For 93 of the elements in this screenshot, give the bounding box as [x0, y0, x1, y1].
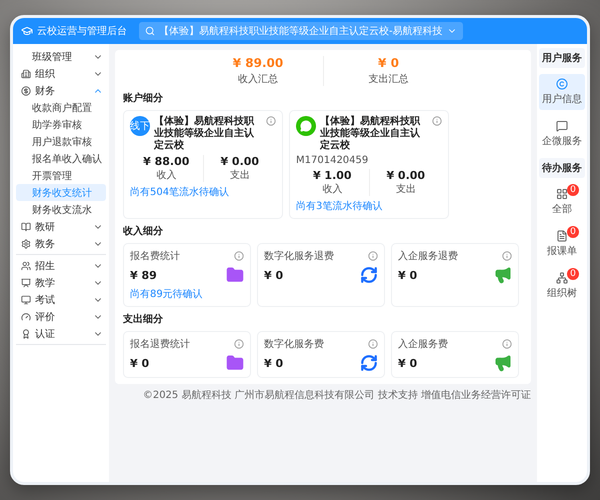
sidebar-subitem[interactable]: 开票管理 — [16, 167, 106, 184]
income-label: 收入 — [156, 168, 176, 182]
folder-icon — [226, 354, 244, 372]
megaphone-icon — [494, 354, 512, 372]
expense-label: 支出 — [396, 182, 416, 196]
document-icon — [556, 230, 568, 242]
stat-amount: ¥ 0 — [130, 356, 150, 370]
presentation-icon — [21, 278, 31, 288]
sidebar-item[interactable]: 认证 — [16, 325, 106, 342]
info-icon[interactable] — [266, 116, 276, 126]
offline-badge: 线下 — [130, 116, 150, 136]
service-item[interactable]: 用户信息 — [539, 74, 585, 110]
income-label: 收入 — [322, 182, 342, 196]
graduation-cap-icon — [21, 25, 33, 37]
coin-icon — [21, 86, 31, 96]
expense-amount: ¥ 0.00 — [386, 169, 426, 182]
search-icon — [145, 26, 155, 36]
pending-link[interactable]: 尚有504笔流水待确认 — [130, 185, 276, 199]
stat-title: 入企服务退费 — [398, 250, 458, 263]
stat-amount: ¥ 0 — [264, 356, 284, 370]
count-badge: 0 — [567, 226, 579, 238]
section-title: 收入细分 — [123, 224, 164, 238]
chat-icon — [556, 120, 568, 132]
income-amount: ¥ 88.00 — [143, 155, 190, 168]
sidebar-item[interactable]: 班级管理 — [16, 48, 106, 65]
stat-amount: ¥ 0 — [398, 268, 418, 282]
sidebar-subitem[interactable]: 助学券审核 — [16, 116, 106, 133]
stat-amount: ¥ 0 — [398, 356, 418, 370]
megaphone-icon — [494, 266, 512, 284]
folder-icon — [226, 266, 244, 284]
building-icon — [21, 68, 31, 78]
section-title: 账户细分 — [123, 91, 164, 105]
total-amount: ¥ 0 — [378, 56, 399, 70]
sidebar-item[interactable]: 评价 — [16, 308, 106, 325]
users-icon — [21, 260, 31, 270]
refresh-icon — [360, 354, 378, 372]
sidebar-subitem[interactable]: 报名单收入确认 — [16, 150, 106, 167]
pending-link[interactable]: 尚有89元待确认 — [130, 287, 244, 301]
service-item[interactable]: 全部 0 — [539, 184, 585, 220]
info-icon[interactable] — [368, 339, 378, 349]
stat-title: 数字化服务费 — [264, 338, 324, 351]
panel-title: 用户服务 — [539, 48, 585, 68]
gauge-icon — [21, 312, 31, 322]
info-icon[interactable] — [234, 339, 244, 349]
sidebar-subitem[interactable]: 用户退款审核 — [16, 133, 106, 150]
sidebar-item[interactable]: 教学 — [16, 274, 106, 291]
info-icon[interactable] — [234, 251, 244, 261]
sidebar-subitem[interactable]: 收款商户配置 — [16, 99, 106, 116]
account-name: 【体验】易航程科技职业技能等级企业自主认定云校 — [154, 116, 256, 152]
stat-amount: ¥ 0 — [264, 268, 284, 282]
gear-icon — [21, 238, 31, 248]
sidebar-subitem[interactable]: 财务收支流水 — [16, 201, 106, 218]
service-item[interactable]: 组织树 0 — [539, 268, 585, 304]
service-item[interactable]: 企微服务 — [539, 116, 585, 152]
pending-link[interactable]: 尚有3笔流水待确认 — [296, 199, 442, 213]
sidebar-item[interactable]: 教务 — [16, 235, 106, 252]
c-icon — [556, 78, 568, 90]
grid-icon — [556, 188, 568, 200]
total-amount: ¥ 89.00 — [232, 56, 284, 70]
stat-title: 报名退费统计 — [130, 338, 190, 351]
total-label: 支出汇总 — [368, 72, 408, 86]
tree-icon — [556, 272, 568, 284]
stat-title: 报名费统计 — [130, 250, 180, 263]
book-icon — [21, 222, 31, 232]
panel-title: 待办服务 — [539, 158, 585, 178]
stat-amount: ¥ 89 — [130, 268, 157, 282]
info-icon[interactable] — [502, 251, 512, 261]
stat-title: 入企服务费 — [398, 338, 448, 351]
income-amount: ¥ 1.00 — [312, 169, 352, 182]
info-icon[interactable] — [502, 339, 512, 349]
sidebar-item[interactable]: 教研 — [16, 218, 106, 235]
total-label: 收入汇总 — [238, 72, 278, 86]
section-title: 支出细分 — [123, 312, 164, 326]
expense-label: 支出 — [230, 168, 250, 182]
account-id: M1701420459 — [296, 155, 370, 166]
count-badge: 0 — [567, 268, 579, 280]
account-name: 【体验】易航程科技职业技能等级企业自主认定云校 — [320, 116, 422, 152]
sidebar-item[interactable]: 财务 — [16, 82, 106, 99]
monitor-icon — [21, 294, 31, 304]
info-icon[interactable] — [368, 251, 378, 261]
expense-amount: ¥ 0.00 — [220, 155, 260, 168]
sidebar-item[interactable]: 考试 — [16, 291, 106, 308]
count-badge: 0 — [567, 184, 579, 196]
app-title: 云校运营与管理后台 — [21, 24, 127, 38]
chat-bubble-icon — [296, 116, 316, 136]
stat-title: 数字化服务退费 — [264, 250, 334, 263]
footer-text: ©2025 易航程科技 广州市易航程信息科技有限公司 技术支持 增值电信业务经营许可证 — [142, 388, 531, 402]
award-icon — [21, 328, 31, 338]
sidebar-item[interactable]: 招生 — [16, 257, 106, 274]
sidebar-item[interactable]: 组织 — [16, 65, 106, 82]
service-item[interactable]: 报课单 0 — [539, 226, 585, 262]
refresh-icon — [360, 266, 378, 284]
info-icon[interactable] — [432, 116, 442, 126]
